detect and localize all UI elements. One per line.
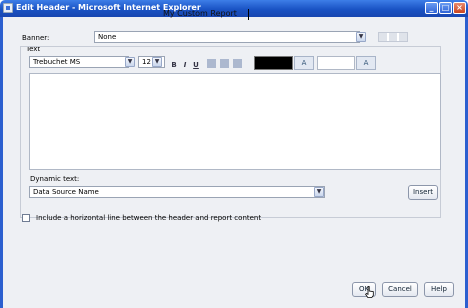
- font-family-dropdown-icon[interactable]: ▼: [125, 57, 135, 67]
- header-text-editor[interactable]: [29, 73, 441, 170]
- cancel-button[interactable]: Cancel: [382, 282, 418, 297]
- horizontal-line-label: Include a horizontal line between the he…: [36, 214, 262, 222]
- banner-align-icon[interactable]: [378, 32, 408, 42]
- font-size-dropdown-icon[interactable]: ▼: [152, 57, 162, 67]
- banner-value: None: [98, 33, 117, 41]
- font-family-value: Trebuchet MS: [33, 58, 81, 66]
- ie-window-icon: [3, 3, 13, 13]
- banner-select[interactable]: None: [94, 31, 360, 43]
- italic-button[interactable]: I: [181, 61, 189, 69]
- maximize-button[interactable]: □: [439, 2, 452, 14]
- minimize-button[interactable]: _: [425, 2, 438, 14]
- dynamic-text-label: Dynamic text:: [30, 175, 79, 183]
- font-size-value: 12: [142, 58, 151, 66]
- background-color-icon[interactable]: A: [356, 56, 376, 70]
- text-color-swatch[interactable]: [254, 56, 293, 70]
- bold-button[interactable]: B: [170, 61, 178, 69]
- text-color-icon[interactable]: A: [294, 56, 314, 70]
- underline-button[interactable]: U: [192, 61, 200, 69]
- alignment-icons[interactable]: [207, 59, 245, 68]
- dynamic-text-value: Data Source Name: [33, 188, 99, 196]
- insert-button[interactable]: Insert: [408, 185, 438, 200]
- help-button[interactable]: Help: [424, 282, 454, 297]
- editor-content: My Custom Report: [163, 9, 237, 18]
- close-button[interactable]: ×: [453, 2, 466, 14]
- dynamic-text-select[interactable]: Data Source Name: [29, 186, 325, 198]
- horizontal-line-checkbox[interactable]: [22, 214, 30, 222]
- dynamic-text-dropdown-icon[interactable]: ▼: [314, 187, 324, 197]
- banner-label: Banner:: [22, 34, 50, 42]
- font-family-select[interactable]: Trebuchet MS: [29, 56, 129, 68]
- text-caret: [248, 9, 249, 20]
- banner-dropdown-icon[interactable]: ▼: [356, 32, 366, 42]
- hand-cursor-icon: [365, 286, 374, 298]
- background-color-swatch[interactable]: [317, 56, 355, 70]
- dynamic-text-label-text: Dynamic text:: [30, 175, 80, 183]
